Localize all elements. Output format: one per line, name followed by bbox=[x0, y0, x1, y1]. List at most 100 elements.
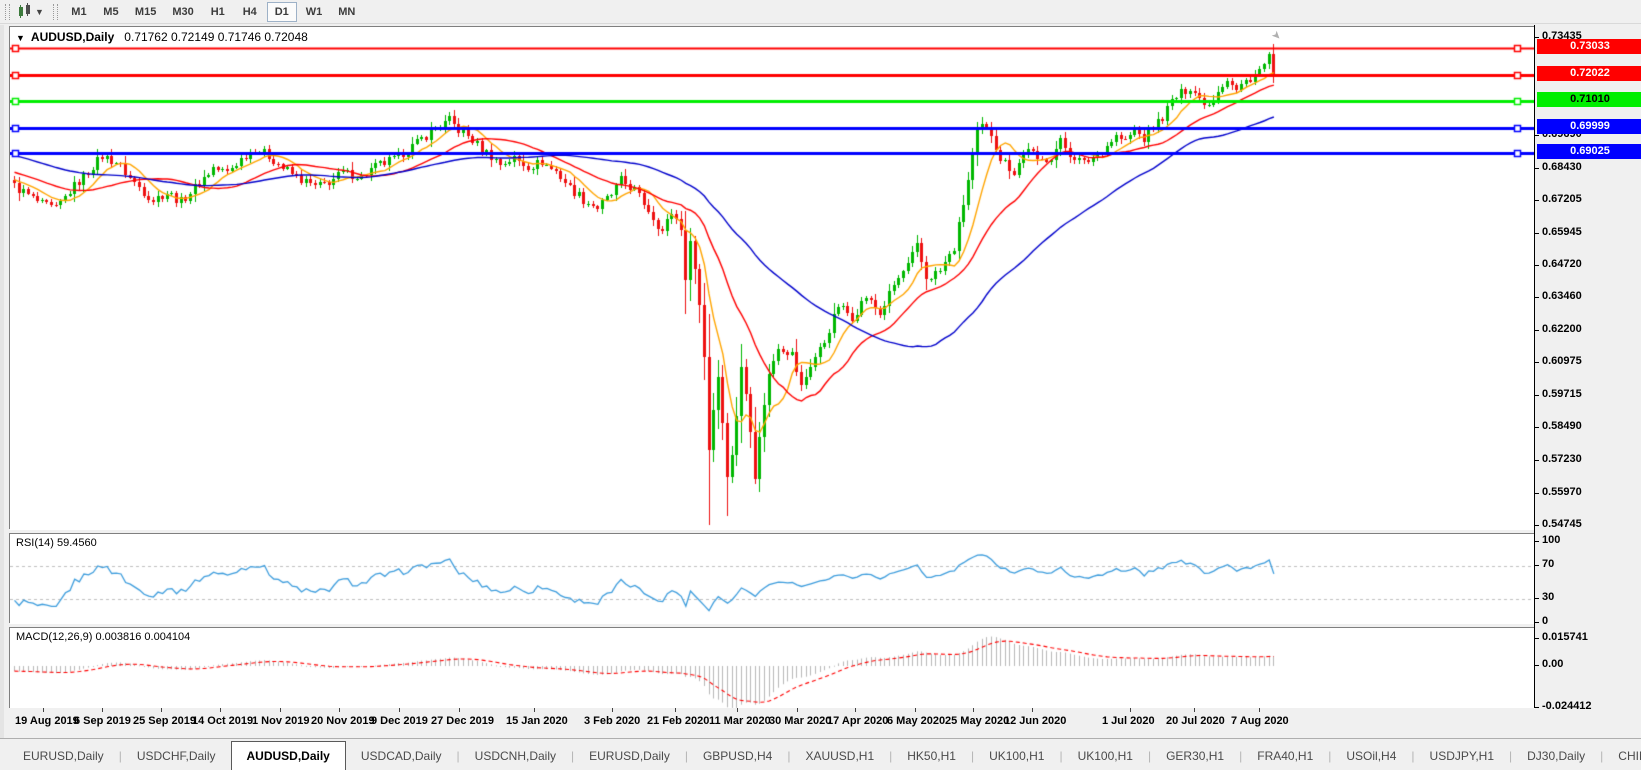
price-tick: 0.57230 bbox=[1542, 453, 1582, 465]
chart-tab-usdcnh-daily[interactable]: USDCNH,Daily bbox=[460, 744, 571, 770]
chart-tab-hk50-h1[interactable]: HK50,H1 bbox=[892, 744, 971, 770]
price-tick: 0.55970 bbox=[1542, 486, 1582, 498]
chart-tab-eurusd-daily[interactable]: EURUSD,Daily bbox=[8, 744, 119, 770]
price-tick: 0.67205 bbox=[1542, 193, 1582, 205]
price-tick: 0.60975 bbox=[1542, 355, 1582, 367]
date-label: 6 Sep 2019 bbox=[74, 715, 131, 727]
timeframe-button-d1[interactable]: D1 bbox=[266, 1, 297, 22]
timeframe-button-h1[interactable]: H1 bbox=[203, 2, 233, 22]
date-label: 3 Feb 2020 bbox=[584, 715, 641, 727]
chart-tab-usoil-h4[interactable]: USOil,H4 bbox=[1331, 744, 1411, 770]
price-tick: 0.54745 bbox=[1542, 518, 1582, 530]
date-tickmark bbox=[612, 708, 613, 712]
chart-tab-dj30-daily[interactable]: DJ30,Daily bbox=[1512, 744, 1600, 770]
timeframe-group: M1 M5 M15 M30 H1 H4 D1 W1 MN bbox=[63, 0, 363, 24]
rsi-tick: 30 bbox=[1542, 591, 1555, 603]
price-line-badge[interactable]: 0.69999 bbox=[1537, 119, 1641, 134]
date-tickmark bbox=[459, 708, 460, 712]
date-label: 20 Jul 2020 bbox=[1166, 715, 1225, 727]
rsi-tick: 100 bbox=[1542, 534, 1561, 546]
timeframe-button-mn[interactable]: MN bbox=[331, 2, 362, 22]
price-tick: 0.65945 bbox=[1542, 226, 1582, 238]
date-tickmark bbox=[675, 708, 676, 712]
date-label: 19 Aug 2019 bbox=[15, 715, 79, 727]
rsi-tick: 70 bbox=[1542, 558, 1555, 570]
price-line-badge[interactable]: 0.69025 bbox=[1537, 144, 1641, 159]
chart-ohlc-values: 0.71762 0.72149 0.71746 0.72048 bbox=[124, 30, 308, 44]
date-label: 14 Oct 2019 bbox=[192, 715, 254, 727]
chart-type-icon[interactable] bbox=[15, 2, 35, 21]
chart-tab-ger30-h1[interactable]: GER30,H1 bbox=[1151, 744, 1239, 770]
chart-tab-xauusd-h1[interactable]: XAUUSD,H1 bbox=[790, 744, 889, 770]
price-tickmark bbox=[1535, 168, 1539, 169]
timeframe-button-m30[interactable]: M30 bbox=[165, 2, 200, 22]
price-line-badge[interactable]: 0.71010 bbox=[1537, 92, 1641, 107]
date-tickmark bbox=[399, 708, 400, 712]
date-label: 12 Jun 2020 bbox=[1004, 715, 1067, 727]
rsi-pane: RSI(14) 59.4560 bbox=[9, 533, 1535, 624]
chart-tab-uk100-h1[interactable]: UK100,H1 bbox=[974, 744, 1059, 770]
price-tickmark bbox=[1535, 460, 1539, 461]
price-tickmark bbox=[1535, 200, 1539, 201]
timeframe-button-h4[interactable]: H4 bbox=[235, 2, 265, 22]
date-tickmark bbox=[280, 708, 281, 712]
date-label: 1 Jul 2020 bbox=[1102, 715, 1155, 727]
date-tickmark bbox=[220, 708, 221, 712]
chart-tab-usdcad-daily[interactable]: USDCAD,Daily bbox=[346, 744, 457, 770]
price-tick: 0.58490 bbox=[1542, 420, 1582, 432]
price-tickmark bbox=[1535, 233, 1539, 234]
price-line-badge[interactable]: 0.73033 bbox=[1537, 39, 1641, 54]
chart-tab-fra40-h1[interactable]: FRA40,H1 bbox=[1242, 744, 1328, 770]
price-tickmark bbox=[1535, 362, 1539, 363]
date-tickmark bbox=[161, 708, 162, 712]
timeframe-toolbar: ▼ M1 M5 M15 M30 H1 H4 D1 W1 MN bbox=[0, 0, 1641, 24]
timeframe-button-w1[interactable]: W1 bbox=[299, 2, 330, 22]
price-tickmark bbox=[1535, 135, 1539, 136]
date-label: 9 Dec 2019 bbox=[371, 715, 428, 727]
chart-window: ▼ AUDUSD,Daily 0.71762 0.72149 0.71746 0.7… bbox=[0, 25, 1641, 738]
date-tickmark bbox=[1032, 708, 1033, 712]
chart-tab-gbpusd-h4[interactable]: GBPUSD,H4 bbox=[688, 744, 787, 770]
date-tickmark bbox=[855, 708, 856, 712]
chart-tab-audusd-daily[interactable]: AUDUSD,Daily bbox=[230, 741, 346, 770]
date-label: 30 Mar 2020 bbox=[769, 715, 832, 727]
date-label: 25 May 2020 bbox=[945, 715, 1010, 727]
main-chart-canvas[interactable] bbox=[10, 27, 1535, 530]
date-label: 1 Nov 2019 bbox=[252, 715, 310, 727]
chevron-down-icon[interactable]: ▼ bbox=[35, 7, 44, 17]
date-tickmark bbox=[1259, 708, 1260, 712]
price-tickmark bbox=[1535, 265, 1539, 266]
chart-tab-uk100-h1[interactable]: UK100,H1 bbox=[1063, 744, 1148, 770]
macd-tick: 0.00 bbox=[1542, 658, 1564, 670]
price-tick: 0.59715 bbox=[1542, 388, 1582, 400]
timeframe-button-m5[interactable]: M5 bbox=[96, 2, 126, 22]
toolbar-grip-2[interactable] bbox=[52, 3, 58, 20]
macd-canvas[interactable] bbox=[10, 628, 1535, 709]
timeframe-button-m1[interactable]: M1 bbox=[64, 2, 94, 22]
rsi-tickmark bbox=[1535, 565, 1539, 566]
macd-tick: -0.024412 bbox=[1542, 700, 1592, 712]
price-tickmark bbox=[1535, 525, 1539, 526]
chart-tab-usdjpy-h1[interactable]: USDJPY,H1 bbox=[1415, 744, 1509, 770]
main-chart-pane: ▼ AUDUSD,Daily 0.71762 0.72149 0.71746 0.7… bbox=[9, 26, 1535, 530]
chart-dropdown-icon[interactable]: ▼ bbox=[16, 33, 25, 43]
price-axis: 0.73435 0.69690 0.68430 0.67205 0.65945 0.647… bbox=[1534, 25, 1641, 712]
mt4-window: ▼ M1 M5 M15 M30 H1 H4 D1 W1 MN ▼ AUDUSD,Daily 0.71… bbox=[0, 0, 1641, 770]
rsi-canvas[interactable] bbox=[10, 534, 1535, 624]
date-tickmark bbox=[737, 708, 738, 712]
timeframe-button-m15[interactable]: M15 bbox=[128, 2, 163, 22]
toolbar-grip[interactable] bbox=[5, 3, 10, 20]
date-tickmark bbox=[1194, 708, 1195, 712]
price-tickmark bbox=[1535, 330, 1539, 331]
chart-tab-usdchf-daily[interactable]: USDCHF,Daily bbox=[122, 744, 231, 770]
price-line-badge[interactable]: 0.72022 bbox=[1537, 66, 1641, 81]
chart-tab-china300-h1[interactable]: CHINA300,H1 bbox=[1603, 744, 1641, 770]
chart-symbol-label: AUDUSD,Daily bbox=[30, 30, 115, 44]
date-label: 17 Apr 2020 bbox=[827, 715, 889, 727]
chart-tab-eurusd-daily[interactable]: EURUSD,Daily bbox=[574, 744, 685, 770]
date-axis: 19 Aug 2019 6 Sep 2019 25 Sep 2019 14 Oct 2… bbox=[9, 708, 1534, 737]
date-tickmark bbox=[973, 708, 974, 712]
price-tick: 0.63460 bbox=[1542, 290, 1582, 302]
macd-tickmark bbox=[1535, 665, 1539, 666]
macd-tickmark bbox=[1535, 707, 1539, 708]
